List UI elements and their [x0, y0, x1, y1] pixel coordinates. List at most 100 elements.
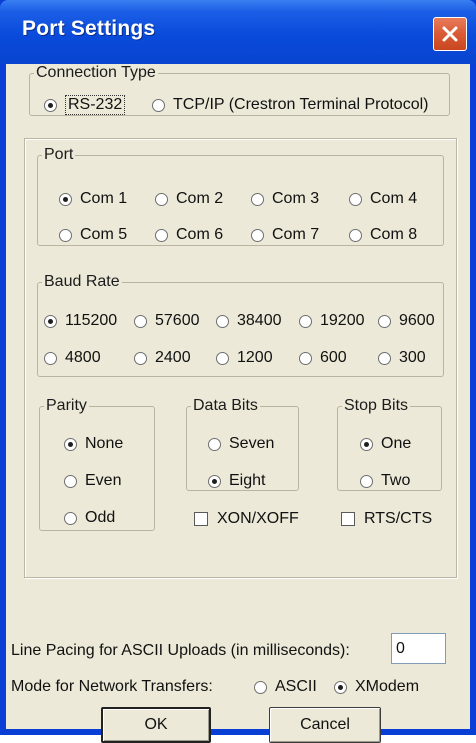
radio-stop-one-label: One: [381, 435, 412, 452]
dialog-body: Connection Type RS-232 TCP/IP (Crestron …: [6, 64, 470, 743]
radio-button-selected: [44, 98, 57, 112]
radio-com5[interactable]: Com 5: [59, 224, 127, 246]
checkbox-rts-cts-label: RTS/CTS: [364, 510, 433, 527]
radio-ascii-label: ASCII: [275, 678, 317, 695]
radio-button: [251, 228, 264, 242]
ok-button[interactable]: OK: [101, 707, 211, 743]
checkbox-xon-xoff[interactable]: XON/XOFF: [194, 508, 299, 530]
radio-baud-115200[interactable]: 115200: [44, 310, 117, 332]
line-pacing-label: Line Pacing for ASCII Uploads (in millis…: [11, 642, 350, 659]
radio-baud-300-label: 300: [399, 349, 426, 366]
radio-data-eight[interactable]: Eight: [208, 470, 265, 492]
radio-baud-2400-label: 2400: [155, 349, 191, 366]
radio-baud-38400-label: 38400: [237, 312, 282, 329]
radio-button-selected: [64, 437, 77, 451]
radio-baud-4800[interactable]: 4800: [44, 347, 101, 369]
radio-stop-two[interactable]: Two: [360, 470, 410, 492]
port-legend: Port: [44, 146, 74, 163]
radio-parity-even-label: Even: [85, 472, 122, 489]
radio-parity-odd[interactable]: Odd: [64, 507, 115, 529]
radio-baud-1200-label: 1200: [237, 349, 273, 366]
radio-button: [216, 351, 229, 365]
radio-com1-label: Com 1: [80, 190, 128, 207]
radio-button-selected: [360, 437, 373, 451]
cancel-button[interactable]: Cancel: [269, 707, 381, 743]
radio-com7[interactable]: Com 7: [251, 224, 319, 246]
title-bar[interactable]: Port Settings: [0, 0, 476, 64]
radio-button-selected: [59, 192, 72, 206]
radio-parity-none[interactable]: None: [64, 433, 123, 455]
radio-button: [378, 314, 391, 328]
checkbox-box: [194, 512, 208, 526]
radio-button: [349, 192, 362, 206]
radio-button: [251, 192, 264, 206]
radio-baud-9600-label: 9600: [399, 312, 435, 329]
radio-com3-label: Com 3: [272, 190, 320, 207]
radio-baud-600-label: 600: [320, 349, 347, 366]
close-x-icon: [442, 26, 458, 42]
radio-parity-odd-label: Odd: [85, 509, 116, 526]
close-button[interactable]: [433, 17, 467, 51]
radio-button-selected: [208, 474, 221, 488]
radio-baud-9600[interactable]: 9600: [378, 310, 435, 332]
radio-button: [134, 351, 147, 365]
line-pacing-input[interactable]: [391, 633, 446, 664]
radio-baud-115200-label: 115200: [65, 312, 118, 329]
data-bits-legend: Data Bits: [193, 397, 258, 414]
radio-button-selected: [44, 314, 57, 328]
radio-button-selected: [334, 680, 347, 694]
checkbox-rts-cts[interactable]: RTS/CTS: [341, 508, 432, 530]
radio-button: [152, 98, 165, 112]
radio-com6[interactable]: Com 6: [155, 224, 223, 246]
radio-button: [299, 351, 312, 365]
radio-button: [299, 314, 312, 328]
radio-tcpip-label: TCP/IP (Crestron Terminal Protocol): [173, 96, 429, 113]
radio-data-seven-label: Seven: [229, 435, 275, 452]
stop-bits-legend: Stop Bits: [344, 397, 409, 414]
radio-com5-label: Com 5: [80, 226, 128, 243]
radio-button: [134, 314, 147, 328]
radio-button: [349, 228, 362, 242]
radio-baud-1200[interactable]: 1200: [216, 347, 273, 369]
radio-button: [155, 192, 168, 206]
radio-com3[interactable]: Com 3: [251, 188, 319, 210]
radio-com2[interactable]: Com 2: [155, 188, 223, 210]
radio-button: [44, 351, 57, 365]
network-transfers-label: Mode for Network Transfers:: [11, 678, 213, 695]
port-settings-dialog: Port Settings Connection Type RS-232 TCP…: [0, 0, 476, 743]
radio-com4[interactable]: Com 4: [349, 188, 417, 210]
radio-baud-19200[interactable]: 19200: [299, 310, 365, 332]
radio-ascii[interactable]: ASCII: [254, 676, 317, 698]
radio-baud-2400[interactable]: 2400: [134, 347, 191, 369]
radio-baud-38400[interactable]: 38400: [216, 310, 282, 332]
radio-com2-label: Com 2: [176, 190, 224, 207]
radio-baud-300[interactable]: 300: [378, 347, 426, 369]
radio-data-eight-label: Eight: [229, 472, 266, 489]
radio-button: [59, 228, 72, 242]
checkbox-xon-xoff-label: XON/XOFF: [217, 510, 299, 527]
connection-type-legend: Connection Type: [36, 64, 156, 81]
radio-button: [208, 437, 221, 451]
window-title: Port Settings: [22, 17, 156, 40]
radio-data-seven[interactable]: Seven: [208, 433, 274, 455]
radio-rs232[interactable]: RS-232: [44, 94, 126, 116]
radio-xmodem-label: XModem: [355, 678, 420, 695]
radio-baud-4800-label: 4800: [65, 349, 101, 366]
radio-xmodem[interactable]: XModem: [334, 676, 419, 698]
radio-com7-label: Com 7: [272, 226, 320, 243]
radio-stop-one[interactable]: One: [360, 433, 411, 455]
radio-baud-600[interactable]: 600: [299, 347, 347, 369]
radio-com8-label: Com 8: [370, 226, 418, 243]
radio-baud-57600[interactable]: 57600: [134, 310, 200, 332]
radio-com8[interactable]: Com 8: [349, 224, 417, 246]
checkbox-box: [341, 512, 355, 526]
radio-baud-19200-label: 19200: [320, 312, 365, 329]
radio-button: [378, 351, 391, 365]
radio-parity-none-label: None: [85, 435, 124, 452]
radio-com1[interactable]: Com 1: [59, 188, 127, 210]
radio-com4-label: Com 4: [370, 190, 418, 207]
parity-legend: Parity: [46, 397, 87, 414]
radio-rs232-label: RS-232: [65, 95, 126, 115]
radio-tcpip[interactable]: TCP/IP (Crestron Terminal Protocol): [152, 94, 428, 116]
radio-parity-even[interactable]: Even: [64, 470, 121, 492]
